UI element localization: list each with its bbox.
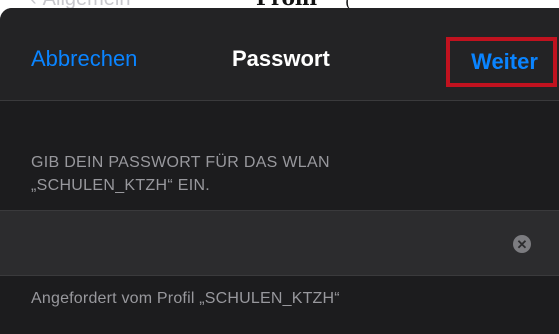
password-input[interactable] — [31, 211, 491, 275]
next-button-highlight[interactable]: Weiter — [446, 37, 557, 87]
password-field-row: ✕ — [0, 210, 559, 276]
password-prompt: GIB DEIN PASSWORT FÜR DAS WLAN „SCHULEN_… — [31, 151, 531, 197]
requested-by-note: Angefordert vom Profil „SCHULEN_KTZH“ — [31, 290, 340, 307]
cancel-button[interactable]: Abbrechen — [31, 46, 137, 72]
screen: ‹Allgemein Profil ( Abbrechen Passwort W… — [0, 0, 559, 334]
next-button[interactable]: Weiter — [465, 49, 538, 75]
password-sheet: Abbrechen Passwort Weiter GIB DEIN PASSW… — [0, 8, 559, 334]
prompt-line-1: GIB DEIN PASSWORT FÜR DAS WLAN — [31, 154, 330, 171]
clear-icon[interactable]: ✕ — [513, 235, 531, 253]
prompt-line-2: „SCHULEN_KTZH“ EIN. — [31, 177, 211, 194]
sheet-nav-bar: Abbrechen Passwort Weiter — [0, 8, 559, 101]
underlying-nav-bar: ‹Allgemein Profil ( — [0, 0, 559, 11]
sheet-title: Passwort — [232, 46, 330, 71]
